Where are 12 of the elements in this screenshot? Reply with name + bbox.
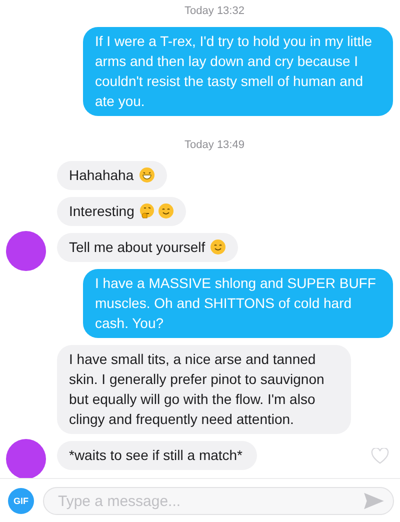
message-bubble: Interesting (57, 197, 186, 226)
message-bubble: Tell me about yourself (57, 233, 238, 262)
message-bubble: I have a MASSIVE shlong and SUPER BUFF muscles. Oh and SHITTONS of cold hard cash. You? (83, 269, 393, 338)
message-bubble: Hahahaha (57, 161, 167, 190)
message-bubble: If I were a T-rex, I'd try to hold you in my little arms and then lay down and cry because I couldn't resist the tasty smell of human and ate you. (83, 27, 393, 116)
timestamp: Today 13:32 (184, 5, 244, 18)
avatar[interactable] (6, 231, 46, 271)
gif-button[interactable]: GIF (8, 488, 34, 514)
message-bubble: *waits to see if still a match* (57, 441, 257, 470)
message-bubble: I have small tits, a nice arse and tanned skin. I generally prefer pinot to sauvignon but equally will go with the flow. I'm also clingy and frequently need attention. (57, 345, 351, 434)
avatar[interactable] (6, 439, 46, 478)
timestamp: Today 13:49 (184, 139, 244, 152)
